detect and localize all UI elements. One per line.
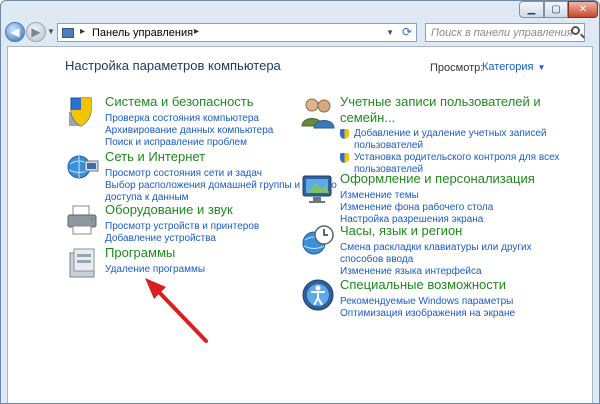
maximize-button[interactable]: ▢ bbox=[544, 1, 568, 18]
search-icon[interactable] bbox=[571, 26, 580, 35]
minimize-button[interactable]: ▁ bbox=[519, 1, 544, 18]
content-pane: Настройка параметров компьютера Просмотр… bbox=[7, 46, 593, 403]
control-panel-window: ▁ ▢ ✕ ◀ ▶ ▼ ▸ Панель управления ▸ ▼ ⟳ По… bbox=[0, 0, 600, 404]
breadcrumb-control-panel[interactable]: Панель управления bbox=[92, 27, 193, 39]
title-bar: ▁ ▢ ✕ bbox=[1, 1, 599, 19]
back-button[interactable]: ◀ bbox=[5, 22, 25, 42]
search-placeholder: Поиск в панели управления bbox=[431, 27, 573, 39]
forward-button[interactable]: ▶ bbox=[26, 22, 46, 42]
breadcrumb-separator-icon[interactable]: ▸ bbox=[80, 26, 85, 37]
recent-pages-dropdown-icon[interactable]: ▼ bbox=[47, 27, 55, 36]
refresh-icon[interactable]: ⟳ bbox=[402, 25, 412, 39]
close-button[interactable]: ✕ bbox=[568, 1, 598, 18]
search-input[interactable]: Поиск в панели управления bbox=[425, 23, 585, 42]
red-arrow-annotation bbox=[145, 278, 208, 343]
navigation-bar: ◀ ▶ ▼ ▸ Панель управления ▸ ▼ ⟳ Поиск в … bbox=[1, 20, 599, 46]
breadcrumb-separator-icon[interactable]: ▸ bbox=[194, 26, 199, 37]
address-dropdown-icon[interactable]: ▼ bbox=[386, 28, 394, 37]
control-panel-folder-icon bbox=[62, 28, 74, 38]
address-bar[interactable]: ▸ Панель управления ▸ ▼ ⟳ bbox=[57, 23, 417, 42]
